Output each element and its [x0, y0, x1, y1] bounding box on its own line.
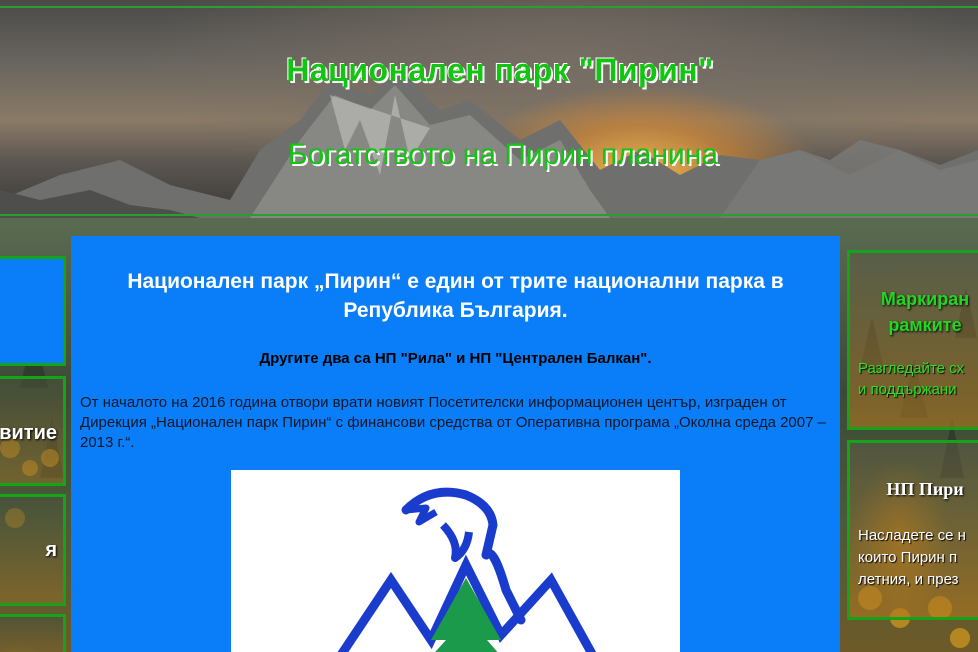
- left-menu-box-1[interactable]: [0, 256, 66, 366]
- right-box-park-text-3: летния, и през: [858, 571, 959, 588]
- mountain-background: [0, 70, 978, 218]
- eagle-mountain-tree-logo-icon: [337, 487, 597, 652]
- main-content: Национален парк „Пирин“ е един от трите …: [71, 236, 840, 652]
- park-logo: [231, 470, 680, 652]
- right-box-trails-title-1: Маркиран: [880, 289, 970, 309]
- left-menu-box-3-label: я: [45, 539, 57, 561]
- right-box-park-text-1: Насладете се н: [858, 527, 966, 544]
- main-heading: Национален парк „Пирин“ е един от трите …: [127, 270, 784, 322]
- left-menu-box-2[interactable]: витие: [0, 376, 66, 486]
- left-menu-box-3[interactable]: я: [0, 494, 66, 606]
- main-subheading: Другите два са НП "Рила" и НП "Централен…: [259, 350, 652, 367]
- site-title: Национален парк "Пирин": [286, 52, 714, 88]
- left-menu-box-4[interactable]: [0, 614, 66, 652]
- site-header: Национален парк "Пирин" Богатството на П…: [0, 0, 978, 218]
- right-box-park-text-2: които Пирин п: [858, 549, 958, 566]
- header-border-bottom: [0, 214, 978, 216]
- main-paragraph: От началото на 2016 година отвори врати …: [80, 394, 826, 451]
- right-box-park[interactable]: НП Пири Насладете се н които Пирин п лет…: [847, 440, 978, 620]
- right-box-trails-title-2: рамките: [888, 315, 962, 335]
- right-box-trails[interactable]: Маркиран рамките Разгледайте сх и поддър…: [847, 250, 978, 430]
- site-subtitle: Богатството на Пирин планина: [287, 138, 719, 171]
- right-box-trails-text-1: Разгледайте сх: [858, 360, 965, 377]
- right-box-trails-text-2: и поддържани: [858, 381, 957, 398]
- left-menu-box-2-label: витие: [0, 422, 57, 444]
- header-border-top: [0, 6, 978, 8]
- right-box-park-title: НП Пири: [886, 479, 964, 499]
